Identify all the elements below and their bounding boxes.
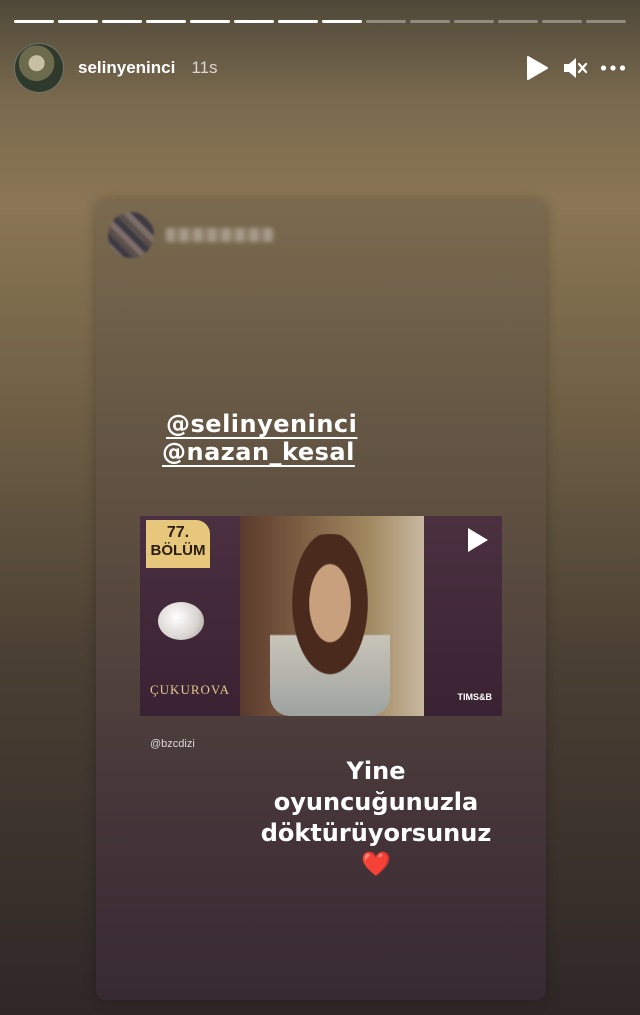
- progress-segment: [102, 20, 142, 23]
- shared-post-card[interactable]: @selinyeninci @nazan_kesal 77. BÖLÜM ÇUK…: [96, 200, 546, 1000]
- progress-segment: [322, 20, 362, 23]
- thumbnail-right-panel: [424, 516, 502, 716]
- channel-logo: TIMS&B: [457, 692, 493, 702]
- progress-segment: [542, 20, 582, 23]
- progress-segment: [190, 20, 230, 23]
- progress-segment: [58, 20, 98, 23]
- progress-segment: [410, 20, 450, 23]
- video-play-icon[interactable]: [468, 528, 488, 552]
- mention-selinyeninci[interactable]: @selinyeninci: [166, 410, 357, 438]
- actress-portrait: [270, 534, 390, 716]
- episode-badge: 77. BÖLÜM: [146, 520, 210, 568]
- heart-icon: ❤️: [361, 850, 391, 878]
- caption-line-1: Yine oyuncuğunuzla: [273, 757, 479, 816]
- source-tag[interactable]: @bzcdizi: [150, 738, 195, 750]
- cotton-icon: [158, 602, 204, 640]
- show-title: ÇUKUROVA: [150, 682, 230, 697]
- progress-segment: [454, 20, 494, 23]
- story-progress-bar: [14, 20, 626, 23]
- volume-mute-icon[interactable]: [562, 55, 588, 81]
- caption: Yine oyuncuğunuzla döktürüyorsunuz ❤️: [246, 756, 506, 880]
- blurred-username: [166, 228, 274, 242]
- progress-segment: [146, 20, 186, 23]
- avatar[interactable]: [14, 43, 64, 93]
- post-time: 11s: [191, 58, 218, 77]
- play-icon[interactable]: [524, 55, 550, 81]
- blurred-avatar: [108, 212, 154, 258]
- progress-segment: [14, 20, 54, 23]
- mention-nazan-kesal[interactable]: @nazan_kesal: [162, 438, 355, 466]
- username[interactable]: selinyeninci: [78, 58, 175, 78]
- episode-label: BÖLÜM: [150, 542, 206, 559]
- caption-line-2: döktürüyorsunuz: [260, 819, 492, 847]
- episode-number: 77.: [166, 524, 190, 541]
- progress-segment: [234, 20, 274, 23]
- progress-segment: [586, 20, 626, 23]
- story-header: selinyeninci 11s: [14, 43, 626, 93]
- progress-segment: [498, 20, 538, 23]
- progress-segment: [278, 20, 318, 23]
- progress-segment: [366, 20, 406, 23]
- more-horizontal-icon[interactable]: [600, 55, 626, 81]
- video-thumbnail[interactable]: 77. BÖLÜM ÇUKUROVA TIMS&B: [140, 516, 502, 716]
